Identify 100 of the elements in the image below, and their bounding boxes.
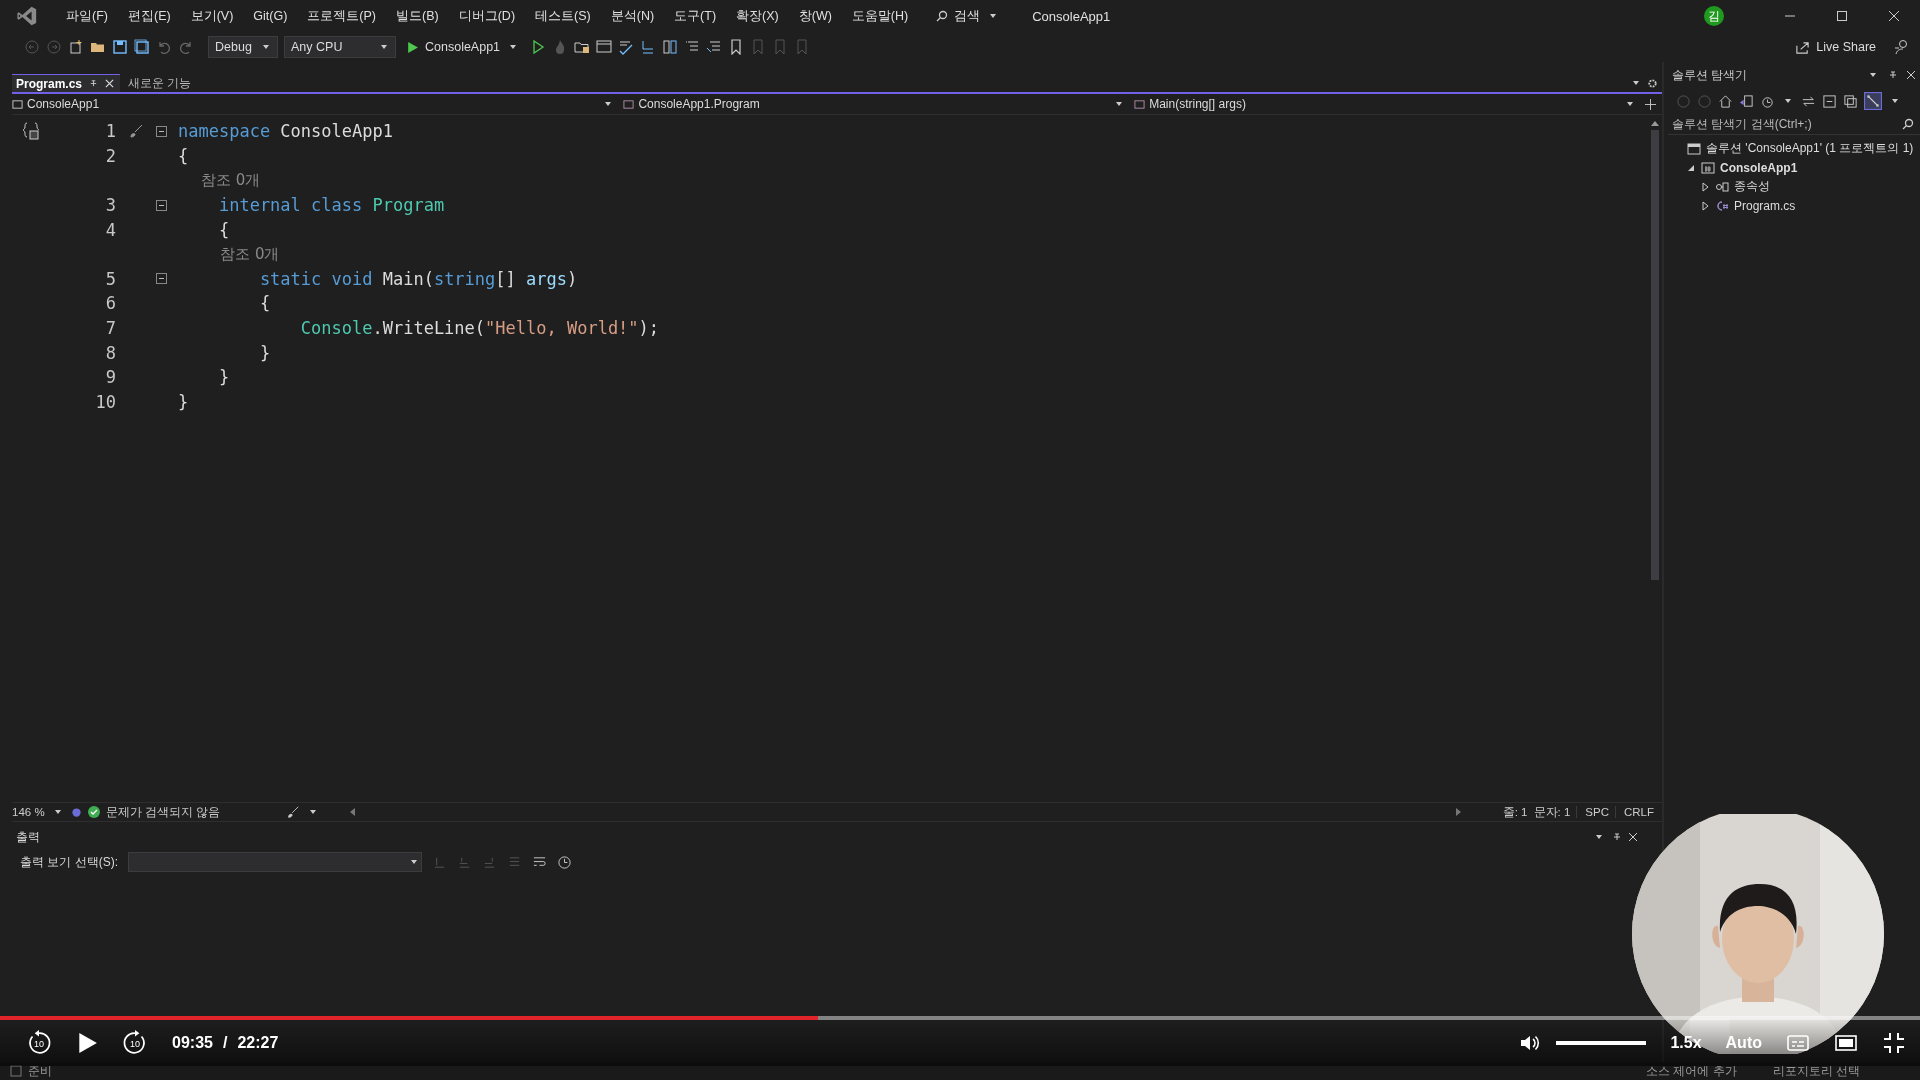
line-number: 4 — [104, 219, 116, 240]
forward-button[interactable]: 10 — [122, 1030, 148, 1056]
menu-item[interactable]: 확장(X) — [726, 7, 789, 25]
menu-item[interactable]: 보기(V) — [180, 7, 244, 25]
menu-item[interactable]: 창(W) — [788, 7, 842, 25]
reference-count[interactable]: 참조 0개 — [172, 171, 261, 190]
document-list-icon[interactable] — [662, 39, 679, 55]
line-number: 8 — [104, 342, 116, 363]
panel-title: 출력 — [16, 828, 40, 846]
expand-arrow-icon[interactable] — [1700, 181, 1710, 192]
code-line: { — [258, 293, 271, 314]
navigation-dropdown[interactable]: ConsoleApp1 — [12, 95, 616, 113]
menu-item[interactable]: 도움말(H) — [841, 7, 919, 25]
menu-item[interactable]: Git(G) — [243, 9, 298, 23]
navigation-dropdown[interactable]: Main(string[] args) — [1134, 95, 1637, 113]
health-icon[interactable] — [70, 806, 82, 818]
speed-button[interactable]: 1.5x — [1670, 1034, 1702, 1052]
search-icon[interactable] — [1902, 118, 1914, 130]
run-button[interactable]: ConsoleApp1 — [402, 40, 525, 54]
new-item-icon[interactable] — [68, 39, 84, 55]
document-tab[interactable]: 새로운 기능 — [124, 74, 198, 92]
source-control-button[interactable]: 소스 제어에 추가 — [1646, 1062, 1737, 1080]
share-icon — [1795, 39, 1811, 55]
whitespace-mode[interactable]: SPC — [1576, 806, 1609, 818]
dependencies-icon — [1715, 179, 1729, 194]
repository-button[interactable]: 리포지토리 선택 — [1772, 1062, 1860, 1080]
zoom-level[interactable]: 146 % — [12, 806, 45, 818]
project-icon — [1701, 160, 1715, 175]
rewind-button[interactable]: 10 — [26, 1030, 52, 1056]
configuration-dropdown[interactable]: Debug — [208, 36, 278, 58]
exit-fullscreen-icon[interactable] — [1882, 1031, 1906, 1055]
menu-item[interactable]: 테스트(S) — [525, 7, 601, 25]
collapse-icon[interactable] — [156, 273, 167, 285]
tree-item[interactable]: Program.cs — [1734, 198, 1796, 213]
status-text: 준비 — [28, 1062, 52, 1080]
save-icon[interactable] — [112, 39, 128, 55]
reference-count[interactable]: 참조 0개 — [172, 244, 280, 264]
search-button[interactable]: 검색 — [930, 5, 1007, 27]
pin-icon[interactable] — [1612, 832, 1622, 842]
document-tab[interactable]: Program.cs — [12, 74, 121, 92]
play-icon[interactable] — [76, 1031, 98, 1055]
code-line: Console.WriteLine("Hello, World!"); — [299, 318, 660, 339]
save-all-icon[interactable] — [134, 39, 150, 55]
close-icon[interactable] — [1628, 832, 1638, 842]
expand-arrow-icon[interactable] — [1700, 200, 1710, 211]
feedback-icon[interactable] — [1894, 39, 1910, 55]
progress-bar[interactable] — [0, 1016, 1920, 1020]
undo-icon[interactable] — [156, 39, 172, 55]
close-icon[interactable] — [105, 79, 115, 88]
spell-check-icon[interactable] — [618, 39, 635, 55]
line-position[interactable]: 줄: 1 — [1502, 804, 1528, 820]
collapse-icon[interactable] — [156, 125, 167, 137]
close-icon[interactable] — [1906, 70, 1916, 80]
tree-item[interactable]: 종속성 — [1734, 178, 1770, 195]
maximize-icon[interactable] — [1836, 10, 1848, 22]
menu-item[interactable]: 분석(N) — [600, 7, 665, 25]
search-field[interactable]: 솔루션 탐색기 검색(Ctrl+;) — [1672, 117, 1902, 131]
volume-slider[interactable] — [1556, 1041, 1647, 1045]
account-avatar[interactable]: 김 — [1704, 6, 1724, 26]
collapse-icon[interactable] — [156, 199, 167, 211]
home-icon[interactable] — [1718, 93, 1733, 109]
line-ending-mode[interactable]: CRLF — [1614, 806, 1654, 818]
hierarchy-icon[interactable] — [1864, 92, 1882, 110]
scope-icon — [22, 121, 42, 142]
menu-item[interactable]: 프로젝트(P) — [297, 7, 386, 25]
collapse-all-icon[interactable] — [1822, 93, 1837, 109]
clock-icon[interactable] — [557, 854, 572, 870]
line-number: 3 — [104, 195, 116, 216]
navigation-dropdown[interactable]: ConsoleApp1.Program — [623, 95, 1127, 113]
line-number: 2 — [104, 145, 116, 166]
switch-views-icon[interactable] — [1739, 93, 1754, 109]
brush-icon[interactable] — [286, 805, 300, 819]
scrollbar-thumb[interactable] — [1651, 130, 1659, 580]
tree-item[interactable]: ConsoleApp1 — [1720, 160, 1798, 175]
menu-item[interactable]: 도구(T) — [664, 7, 727, 25]
menu-item[interactable]: 디버그(D) — [448, 7, 526, 25]
menu-item[interactable]: 파일(F) — [56, 7, 118, 25]
copy-icon[interactable] — [1843, 93, 1858, 109]
redo-icon[interactable] — [178, 39, 194, 55]
pin-icon[interactable] — [89, 79, 99, 88]
menu-item[interactable]: 편집(E) — [117, 7, 181, 25]
line-number: 7 — [104, 318, 116, 339]
live-share-button[interactable]: Live Share — [1795, 39, 1876, 55]
uncomment-lines-icon[interactable] — [706, 39, 723, 55]
close-icon[interactable] — [1888, 10, 1900, 22]
platform-dropdown[interactable]: Any CPU — [284, 36, 396, 58]
pin-icon[interactable] — [1888, 70, 1898, 80]
split-icon[interactable] — [1645, 98, 1656, 110]
tree-item[interactable]: 솔루션 'ConsoleApp1' (1 프로젝트의 1) — [1706, 140, 1914, 157]
line-number: 1 — [104, 121, 116, 142]
code-line: { — [217, 219, 230, 240]
menu-item[interactable]: 빌드(B) — [386, 7, 449, 25]
code-line: } — [217, 367, 230, 388]
column-position[interactable]: 문자: 1 — [1533, 804, 1571, 820]
issues-status[interactable]: 문제가 검색되지 않음 — [105, 804, 220, 820]
search-icon — [936, 10, 949, 22]
code-line: } — [177, 391, 189, 412]
settings-icon[interactable] — [1647, 77, 1658, 89]
folder-icon[interactable] — [574, 39, 591, 55]
window-layout-icon[interactable] — [596, 39, 613, 55]
